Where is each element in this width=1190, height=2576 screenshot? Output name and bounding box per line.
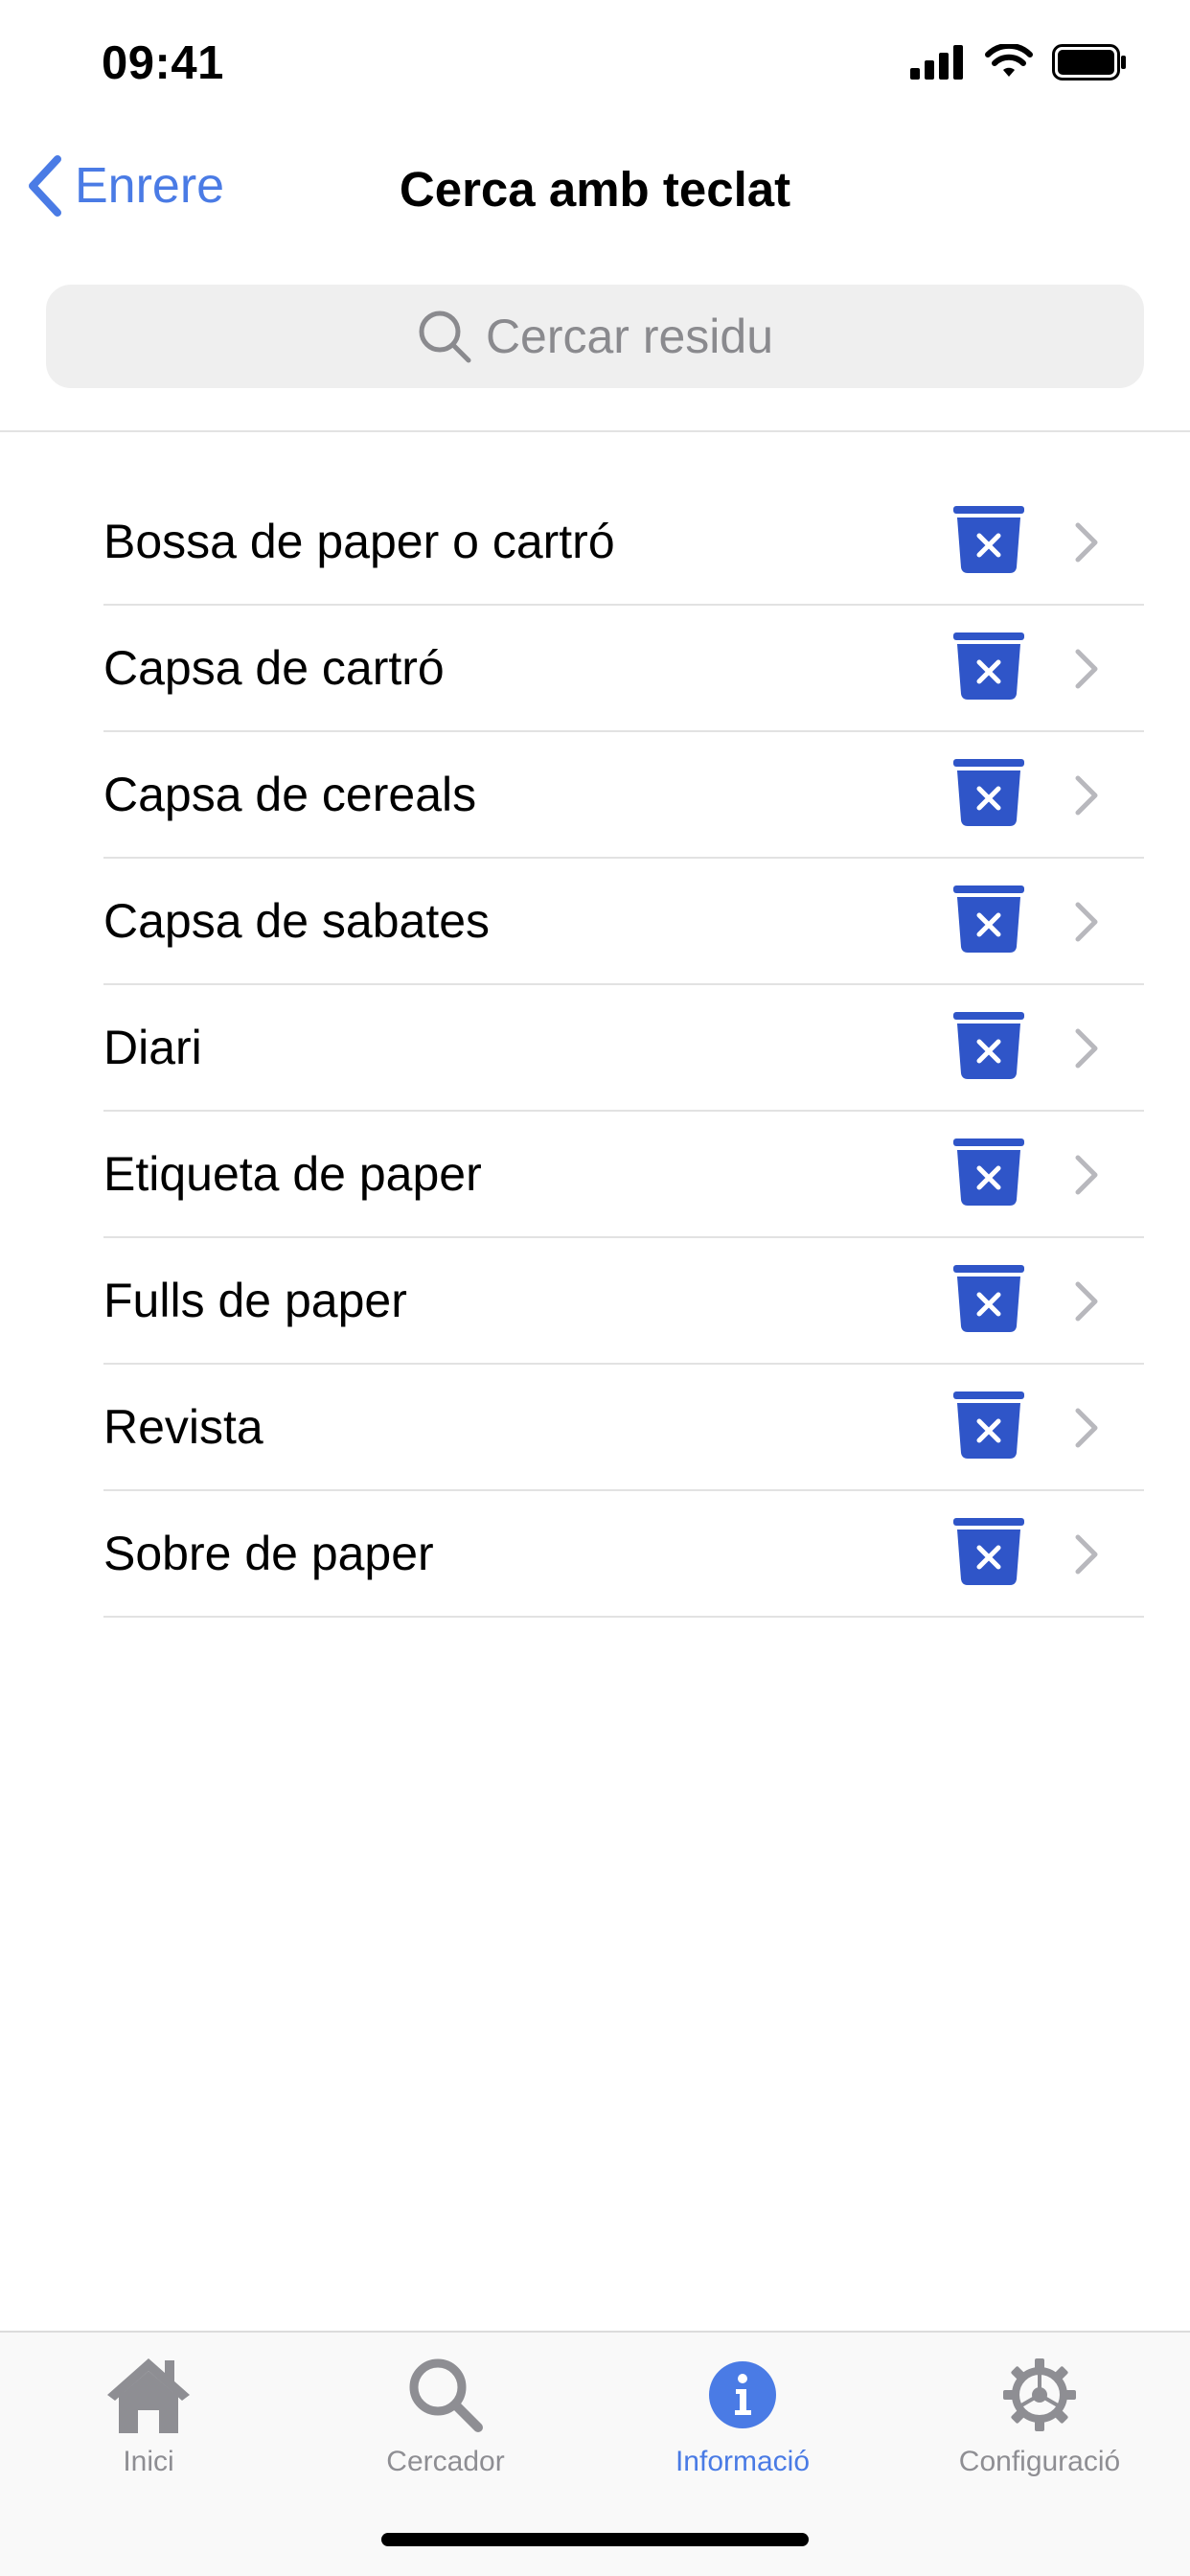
blue-bin-icon	[953, 1265, 1024, 1332]
page-title: Cerca amb teclat	[399, 162, 791, 217]
tab-inici[interactable]: Inici	[0, 2352, 297, 2478]
blue-bin-icon	[953, 506, 1024, 573]
list-item-label: Diari	[103, 1021, 202, 1074]
list-item[interactable]: Capsa de sabates	[103, 859, 1144, 985]
tab-configuracio[interactable]: Configuració	[891, 2352, 1188, 2478]
divider	[0, 430, 1190, 432]
search-icon	[419, 310, 471, 363]
battery-icon	[1052, 44, 1126, 80]
list-item[interactable]: Bossa de paper o cartró	[103, 479, 1144, 606]
blue-bin-icon	[953, 759, 1024, 826]
chevron-right-icon	[1075, 775, 1098, 816]
chevron-right-icon	[1075, 649, 1098, 689]
tab-cercador[interactable]: Cercador	[297, 2352, 594, 2478]
tab-informacio[interactable]: Informació	[594, 2352, 891, 2478]
list-item-label: Capsa de cartró	[103, 641, 445, 695]
navigation-bar: Enrere Cerca amb teclat	[0, 134, 1190, 249]
list-item-label: Capsa de cereals	[103, 768, 477, 821]
tab-label: Informació	[675, 2446, 811, 2477]
tab-label: Inici	[123, 2446, 174, 2477]
list-item[interactable]: Fulls de paper	[103, 1238, 1144, 1365]
blue-bin-icon	[953, 632, 1024, 700]
chevron-right-icon	[1075, 522, 1098, 563]
tab-label: Configuració	[958, 2446, 1121, 2477]
list-item[interactable]: Capsa de cereals	[103, 732, 1144, 859]
blue-bin-icon	[953, 886, 1024, 953]
status-icons	[910, 44, 1127, 80]
list-item[interactable]: Capsa de cartró	[103, 606, 1144, 732]
blue-bin-icon	[953, 1518, 1024, 1585]
status-time: 09:41	[102, 37, 224, 89]
status-bar: 09:41	[0, 0, 1190, 134]
blue-bin-icon	[953, 1138, 1024, 1206]
blue-bin-icon	[953, 1392, 1024, 1459]
list-item-label: Bossa de paper o cartró	[103, 515, 615, 568]
chevron-right-icon	[1075, 1028, 1098, 1069]
wifi-icon	[985, 44, 1033, 77]
list-item-label: Sobre de paper	[103, 1527, 434, 1580]
list-item-label: Capsa de sabates	[103, 894, 491, 948]
chevron-right-icon	[1075, 1281, 1098, 1322]
list-item-label: Etiqueta de paper	[103, 1147, 482, 1201]
list-item[interactable]: Revista	[103, 1365, 1144, 1491]
home-indicator[interactable]	[381, 2533, 809, 2546]
info-icon	[709, 2361, 776, 2428]
list-item-label: Revista	[103, 1400, 263, 1454]
list-item[interactable]: Sobre de paper	[103, 1491, 1144, 1618]
chevron-right-icon	[1075, 1408, 1098, 1448]
list-item[interactable]: Etiqueta de paper	[103, 1112, 1144, 1238]
signal-icon	[910, 45, 963, 80]
search-icon	[409, 2358, 483, 2432]
gear-icon	[1003, 2358, 1076, 2431]
search-input[interactable]: Cercar residu	[46, 285, 1144, 388]
waste-list: Bossa de paper o cartró Capsa de cartró …	[103, 479, 1144, 1618]
blue-bin-icon	[953, 1012, 1024, 1079]
chevron-right-icon	[1075, 1155, 1098, 1195]
search-placeholder: Cercar residu	[485, 310, 774, 363]
list-item-label: Fulls de paper	[103, 1274, 407, 1327]
list-item[interactable]: Diari	[103, 985, 1144, 1112]
chevron-right-icon	[1075, 902, 1098, 942]
home-icon	[107, 2358, 190, 2433]
chevron-right-icon	[1075, 1534, 1098, 1575]
tab-label: Cercador	[386, 2446, 505, 2477]
